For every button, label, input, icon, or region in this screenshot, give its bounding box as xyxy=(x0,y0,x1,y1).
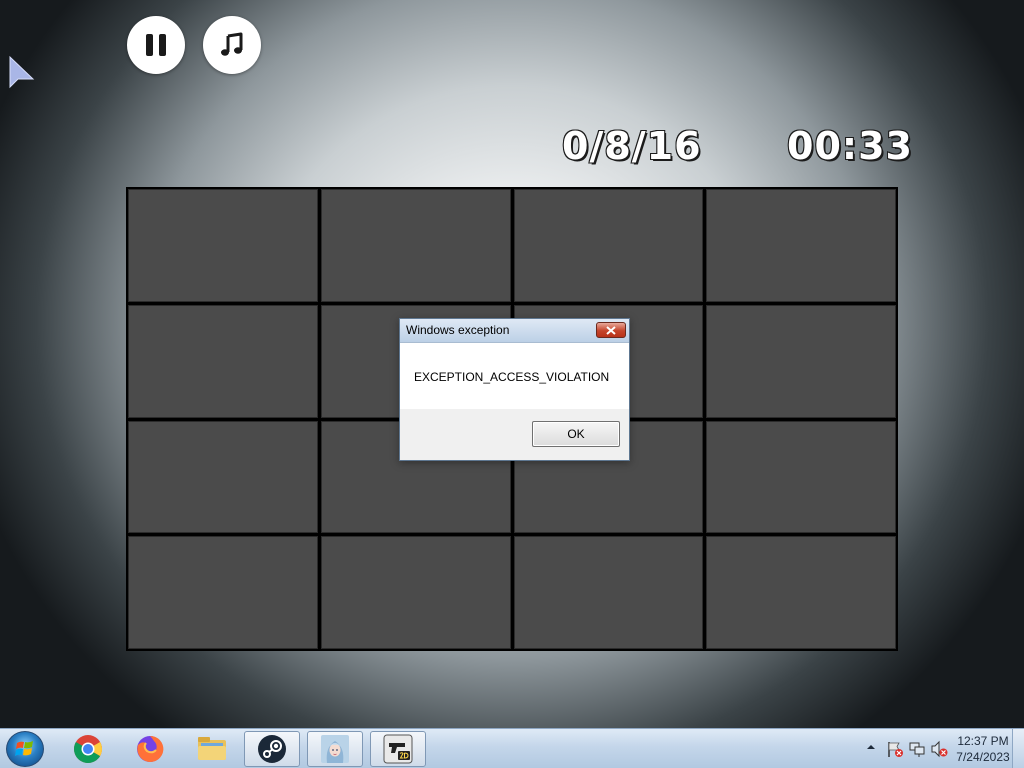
steam-icon xyxy=(258,735,286,763)
card-tile[interactable] xyxy=(513,189,704,302)
card-tile[interactable] xyxy=(128,189,318,302)
mouse-cursor-icon xyxy=(9,55,35,89)
score-readout: 0/8/16 xyxy=(561,123,702,169)
ok-button[interactable]: OK xyxy=(532,421,620,447)
windows-start-icon xyxy=(15,741,33,756)
card-tile[interactable] xyxy=(706,304,896,418)
card-tile[interactable] xyxy=(706,420,896,534)
show-hidden-icons-icon[interactable] xyxy=(866,742,876,752)
taskbar: 12:37 PM 7/24/2023 xyxy=(0,728,1024,768)
show-desktop-button[interactable] xyxy=(1012,729,1024,768)
close-icon xyxy=(606,325,616,335)
taskbar-app-file-explorer[interactable] xyxy=(184,731,240,767)
system-tray: 12:37 PM 7/24/2023 xyxy=(844,729,1024,768)
timer-readout: 00:33 xyxy=(786,123,913,169)
card-tile[interactable] xyxy=(128,536,318,649)
anime-girl-icon xyxy=(321,735,349,763)
pause-icon xyxy=(143,34,169,56)
card-tile[interactable] xyxy=(128,304,318,418)
music-button[interactable] xyxy=(203,16,261,74)
taskbar-app-steam[interactable] xyxy=(244,731,300,767)
exception-dialog: Windows exception EXCEPTION_ACCESS_VIOLA… xyxy=(399,318,630,461)
dialog-message: EXCEPTION_ACCESS_VIOLATION xyxy=(414,370,610,384)
taskbar-app-game-anime[interactable] xyxy=(307,731,363,767)
card-tile[interactable] xyxy=(706,536,896,649)
card-tile[interactable] xyxy=(320,189,511,302)
chrome-icon xyxy=(74,735,102,763)
dialog-titlebar[interactable]: Windows exception xyxy=(400,319,629,343)
network-icon[interactable] xyxy=(908,740,926,758)
dialog-title: Windows exception xyxy=(406,323,510,337)
taskbar-app-game-2d[interactable] xyxy=(370,731,426,767)
start-button[interactable] xyxy=(6,731,44,767)
clock-time[interactable]: 12:37 PM xyxy=(952,734,1014,748)
card-tile[interactable] xyxy=(706,189,896,302)
memory-game-window: 0/8/16 00:33 Windows exception EXCEPTION… xyxy=(0,0,1024,728)
card-tile[interactable] xyxy=(128,420,318,534)
folder-icon xyxy=(198,737,226,760)
volume-muted-icon[interactable] xyxy=(930,740,948,758)
card-tile[interactable] xyxy=(320,536,511,649)
desktop-screen: 0/8/16 00:33 Windows exception EXCEPTION… xyxy=(0,0,1024,768)
pause-button[interactable] xyxy=(127,16,185,74)
action-center-flag-icon[interactable] xyxy=(886,740,904,758)
taskbar-app-chrome[interactable] xyxy=(60,731,116,767)
firefox-icon xyxy=(137,735,164,762)
taskbar-app-firefox[interactable] xyxy=(122,731,178,767)
dialog-body: EXCEPTION_ACCESS_VIOLATION xyxy=(400,343,629,409)
dialog-close-button[interactable] xyxy=(596,322,626,338)
card-tile[interactable] xyxy=(513,536,704,649)
2d-game-icon xyxy=(383,734,413,764)
clock-date[interactable]: 7/24/2023 xyxy=(948,750,1018,764)
music-note-icon xyxy=(221,32,243,56)
